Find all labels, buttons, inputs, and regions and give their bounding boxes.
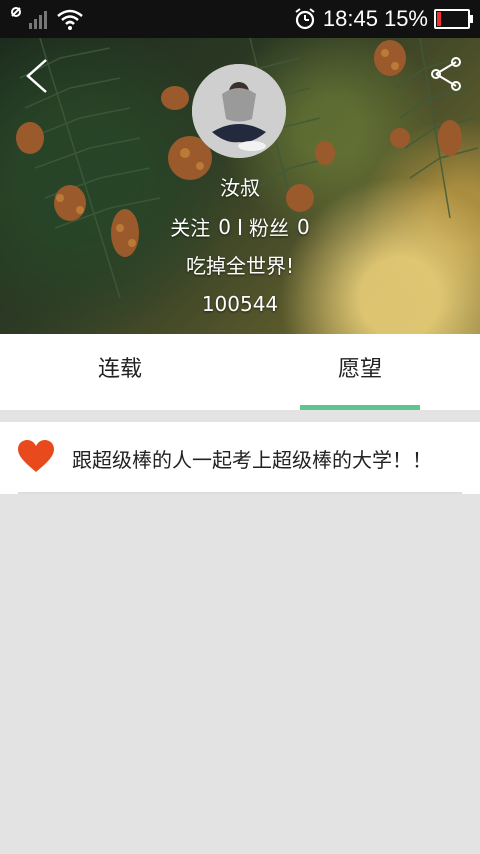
list-item[interactable]: 跟超级棒的人一起考上超级棒的大学！！ [0, 422, 480, 494]
no-sim-icon [11, 7, 21, 17]
alarm-icon [295, 8, 315, 30]
battery-icon [434, 9, 473, 29]
heart-icon [18, 440, 54, 472]
tab-serial-label: 连载 [97, 357, 142, 382]
avatar[interactable] [192, 64, 286, 158]
wifi-icon [57, 9, 83, 30]
signal-icon [29, 11, 47, 29]
profile-header: 汝叔 关注 0 粉丝 0 吃掉全世界! 100544 [0, 38, 480, 334]
fans-label[interactable]: 粉丝 [249, 212, 289, 241]
tab-wishes[interactable]: 愿望 [240, 334, 480, 410]
active-tab-indicator [300, 405, 420, 410]
follow-count[interactable]: 0 [218, 215, 231, 239]
profile-stats: 关注 0 粉丝 0 [0, 212, 480, 241]
wish-text: 跟超级棒的人一起考上超级棒的大学！！ [72, 448, 432, 472]
follow-label[interactable]: 关注 [170, 212, 210, 241]
profile-name: 汝叔 [220, 176, 260, 200]
tab-serial[interactable]: 连载 [0, 334, 240, 410]
list-divider [18, 492, 462, 494]
profile-bio: 吃掉全世界! [185, 254, 295, 278]
back-button[interactable] [20, 56, 54, 96]
share-button[interactable] [428, 56, 464, 92]
battery-percent: 15% [383, 6, 428, 31]
stats-divider [239, 218, 241, 235]
tab-bar: 连载 愿望 [0, 334, 480, 410]
status-time: 18:45 [322, 6, 378, 31]
avatar-image [192, 64, 286, 158]
tab-wishes-label: 愿望 [337, 357, 382, 382]
profile-user-id: 100544 [201, 292, 279, 316]
status-bar: 18:45 15% [0, 0, 480, 38]
wish-list: 跟超级棒的人一起考上超级棒的大学！！ [0, 422, 480, 494]
fans-count[interactable]: 0 [297, 215, 310, 239]
